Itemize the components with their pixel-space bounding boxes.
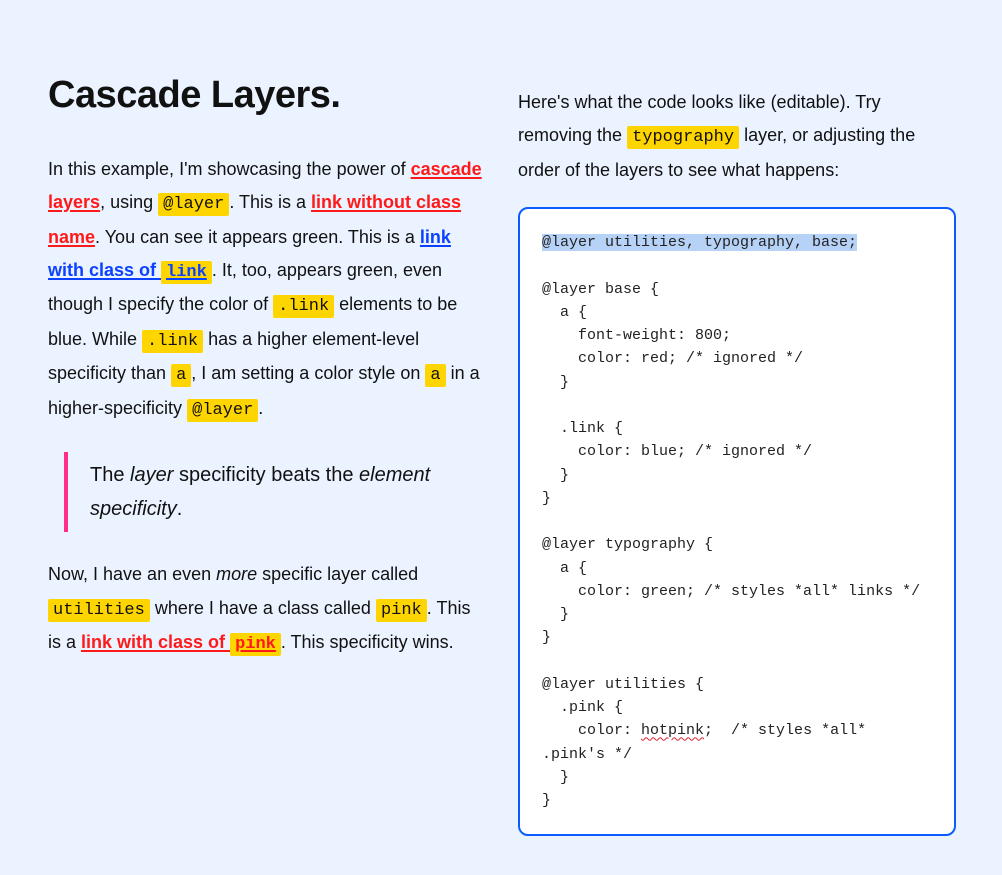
paragraph-1: In this example, I'm showcasing the powe… [48,153,488,426]
link-with-class-pink[interactable]: link with class of pink [81,632,281,652]
text: , I am setting a color style on [191,363,425,383]
code-a-2: a [425,364,445,387]
intro-paragraph: Here's what the code looks like (editabl… [518,86,956,187]
text: . This is a [229,192,311,212]
text: The [90,464,130,486]
code-link-in-link: link [161,261,212,284]
code-pink: pink [376,599,427,622]
code-selection: @layer utilities, typography, base; [542,234,857,251]
em-layer: layer [130,464,173,486]
text: where I have a class called [150,598,376,618]
code-a-1: a [171,364,191,387]
paragraph-2: Now, I have an even more specific layer … [48,558,488,660]
text: specificity beats the [173,464,359,486]
blockquote: The layer specificity beats the element … [64,452,488,532]
code-editor[interactable]: @layer utilities, typography, base; @lay… [518,207,956,836]
code-utilities: utilities [48,599,150,622]
page-title: Cascade Layers. [48,74,488,117]
code-at-layer: @layer [158,193,229,216]
code-at-layer-2: @layer [187,399,258,422]
code-dotlink-2: .link [142,330,203,353]
text: In this example, I'm showcasing the powe… [48,159,411,179]
text: . [258,398,263,418]
code-pink-in-link: pink [230,633,281,656]
text: Now, I have an even [48,564,216,584]
link-text: link with class of [81,632,230,652]
code-typography: typography [627,126,739,149]
em-more: more [216,564,257,584]
code-block-1: @layer base { a { font-weight: 800; colo… [542,281,920,740]
code-hotpink: hotpink [641,722,704,739]
text: specific layer called [257,564,418,584]
text: . [177,498,183,520]
text: . You can see it appears green. This is … [95,227,420,247]
text: . This specificity wins. [281,632,454,652]
code-dotlink-1: .link [273,295,334,318]
text: , using [100,192,158,212]
